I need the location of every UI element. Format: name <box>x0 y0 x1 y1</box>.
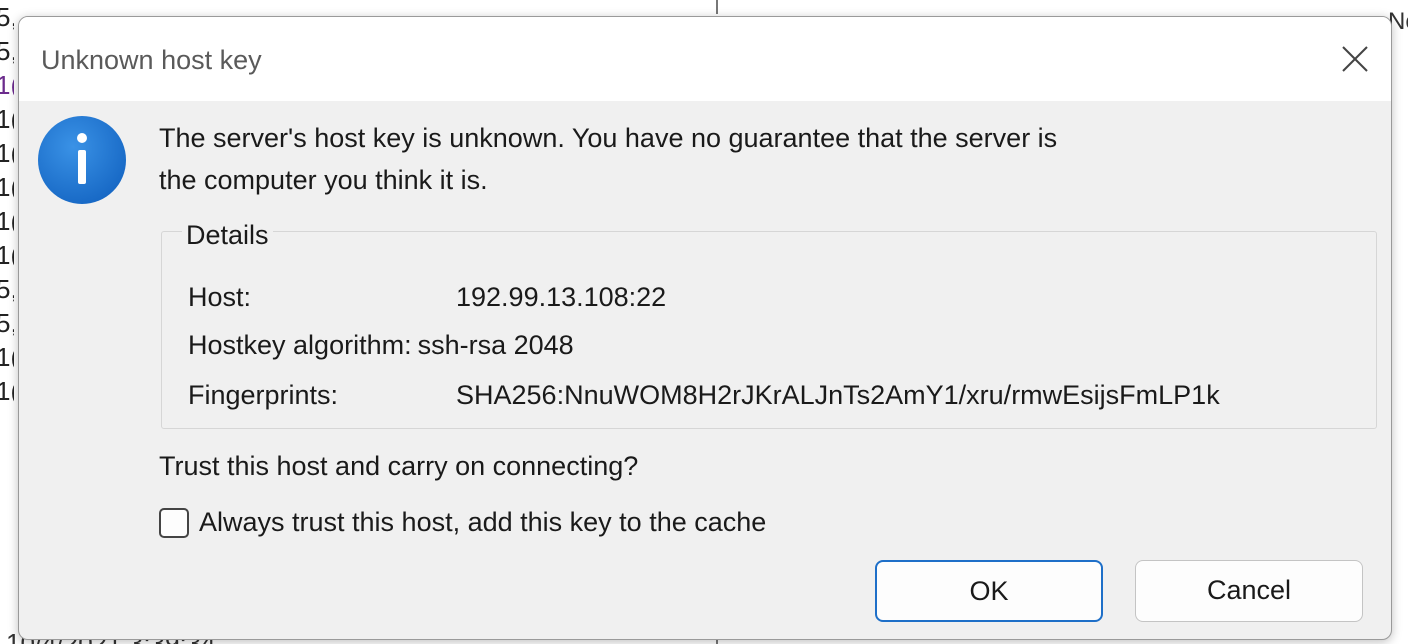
always-trust-checkbox[interactable]: Always trust this host, add this key to … <box>159 507 766 538</box>
background-row-text: 5, <box>0 308 14 338</box>
trust-question: Trust this host and carry on connecting? <box>159 451 639 481</box>
host-label: Host: <box>188 282 252 312</box>
background-row-text: 1( <box>0 342 14 372</box>
background-row-text: 1( <box>0 104 14 134</box>
background-row-text: 1( <box>0 138 14 168</box>
details-group: Details Host: 192.99.13.108:22 Hostkey al… <box>161 218 1377 429</box>
message-line: the computer you think it is. <box>159 165 488 195</box>
close-icon <box>1342 46 1368 72</box>
info-icon <box>38 116 126 204</box>
algorithm-value: ssh-rsa 2048 <box>417 330 574 360</box>
background-row-text: 1( <box>0 376 14 406</box>
close-button[interactable] <box>1321 17 1391 101</box>
ok-button[interactable]: OK <box>875 560 1103 622</box>
background-column-divider <box>716 0 718 14</box>
background-row-text: 1( <box>0 240 14 270</box>
background-row-text: 5, <box>0 36 14 66</box>
fingerprints-value: SHA256:NnuWOM8H2rJKrALJnTs2AmY1/xru/rmwE… <box>456 380 1220 410</box>
fingerprints-label: Fingerprints: <box>188 380 339 410</box>
host-value: 192.99.13.108:22 <box>456 282 667 312</box>
details-legend: Details <box>182 218 273 252</box>
host-key-dialog: Unknown host key The server's host key i… <box>18 16 1392 640</box>
background-row-text: 1( <box>0 206 14 236</box>
cancel-button[interactable]: Cancel <box>1135 560 1363 622</box>
background-row-text: 5, <box>0 2 14 32</box>
dialog-message: The server's host key is unknown. You ha… <box>159 117 1259 201</box>
detail-row-fingerprints: Fingerprints: SHA256:NnuWOM8H2rJKrALJnTs2… <box>188 380 1220 411</box>
background-row-text: 5, <box>0 274 14 304</box>
background-row-text: 1( <box>0 70 14 100</box>
algorithm-label: Hostkey algorithm: <box>188 330 412 360</box>
background-left-column: 5, 5, 1( 1( 1( 1( 1( 1( 5, 5, 1( 1( <box>0 0 14 644</box>
checkbox-icon[interactable] <box>159 507 189 538</box>
background-row-text: 1( <box>0 172 14 202</box>
dialog-title: Unknown host key <box>41 45 262 75</box>
dialog-title-bar[interactable]: Unknown host key <box>19 17 1391 101</box>
always-trust-label[interactable]: Always trust this host, add this key to … <box>199 507 766 538</box>
message-line: The server's host key is unknown. You ha… <box>159 123 1058 153</box>
detail-row-algorithm: Hostkey algorithm: ssh-rsa 2048 <box>188 330 574 361</box>
detail-row-host: Host: 192.99.13.108:22 <box>188 282 666 313</box>
